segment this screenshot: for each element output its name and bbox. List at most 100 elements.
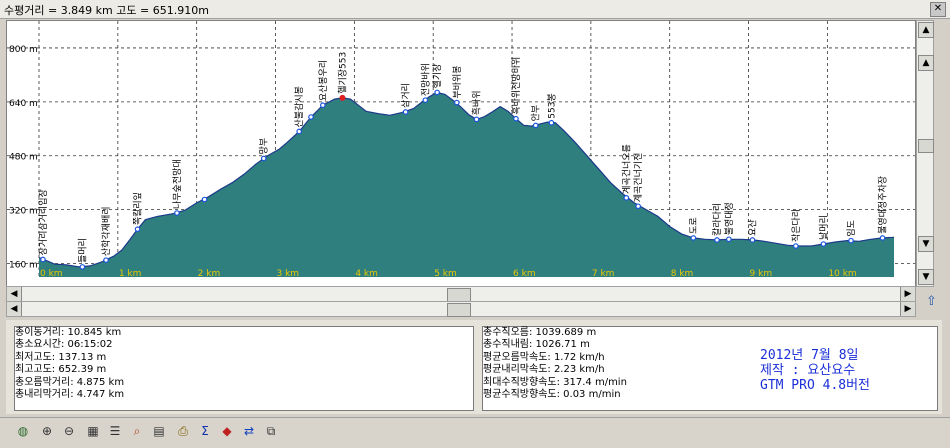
x-tick-label: 10 km [828,269,856,279]
waypoint-marker [820,241,827,247]
stat-downhill-distance: 총내리막거리: 4.747 km [15,389,125,401]
waypoint-marker [714,237,720,243]
scroll-left-icon[interactable]: ◀ [7,287,22,301]
waypoint-marker [690,235,697,241]
credits-date: 2012년 7월 8일 [760,348,859,363]
export-icon[interactable]: ⧉ [262,422,280,440]
x-tick-label: 1 km [119,269,142,279]
stats-left-box: 총이동거리: 10.845 km 총소요시간: 06:15:02 최저고도: 1… [14,326,474,411]
waypoint-label: 망부 [259,138,270,155]
waypoint-label: 장거리삼거리입장 [37,189,49,255]
grid-icon[interactable]: ▦ [84,422,102,440]
horizontal-scroll-thumb-2[interactable] [447,303,471,317]
window-title: 수평거리 = 3.849 km 고도 = 651.910m [4,4,209,17]
list-icon[interactable]: ☰ [106,422,124,440]
waypoint-marker [40,256,46,263]
waypoint-label: 계곡건너오름 [620,144,632,194]
toolbar: ◍ ⊕ ⊖ ▦ ☰ ⌕ ▤ ⎙ Σ ◆ ⇄ ⧉ [0,417,950,448]
waypoint-label: 삼거리 [401,83,412,108]
waypoint-label: 칼라다리 [712,203,723,236]
cursor-marker [339,94,346,101]
waypoint-label: 안부 [531,105,542,122]
document-icon[interactable]: ▤ [150,422,168,440]
horizontal-scroll-thumb-1[interactable] [447,288,471,302]
waypoint-label: 흑바위 [471,91,483,116]
waypoint-marker [623,195,630,201]
waypoint-label: 헬기장 [432,64,443,89]
search-icon[interactable]: ⌕ [128,422,146,440]
x-tick-label: 7 km [592,269,615,279]
expand-icon[interactable]: ⇧ [926,294,937,309]
waypoint-marker [473,116,480,123]
waypoint-label: 요산 [747,219,758,236]
scroll-down-icon[interactable]: ▼ [918,269,934,285]
waypoint-marker [422,97,429,103]
waypoint-label: 전망바위 [420,63,431,96]
zoom-out-icon[interactable]: ⊖ [60,422,78,440]
waypoint-label: 불영대정 [724,202,735,235]
y-tick-label: 160 m [9,261,38,271]
credits: 2012년 7월 8일 제작 : 요산요수 GTM PRO 4.8버전 [760,348,870,393]
zoom-in-icon[interactable]: ⊕ [38,422,56,440]
waypoint-label: 계곡건너기전 [632,153,644,203]
scroll-up-icon[interactable]: ▲ [918,22,934,38]
waypoint-marker [879,235,886,241]
waypoint-marker [749,237,756,243]
stat-max-altitude: 최고고도: 652.39 m [15,364,107,376]
y-tick-label: 640 m [9,99,38,109]
waypoint-marker [635,203,641,210]
waypoint-label: 임도 [845,220,857,237]
horizontal-scrollbar-2[interactable]: ◀ ▶ [6,301,916,317]
print-icon[interactable]: ⎙ [174,422,192,440]
waypoint-label: 불영대정주차장 [877,176,889,234]
elevation-area [39,92,894,278]
elevation-chart[interactable]: 160 m 320 m 480 m 640 m 800 m 0 km 1 km 2 km 3 k… [6,20,916,287]
waypoint-marker [726,236,732,243]
x-tick-label: 4 km [355,269,378,279]
waypoint-label: 흑바위전망바위 [510,57,522,115]
swap-icon[interactable]: ⇄ [240,422,258,440]
waypoint-label: 나무숲전망대 [172,159,183,209]
globe-icon[interactable]: ◍ [14,422,32,440]
waypoint-label: 헬기장553 [338,52,349,94]
x-tick-label: 6 km [513,269,536,279]
y-tick-label: 800 m [9,45,38,55]
x-tick-label: 2 km [198,269,221,279]
waypoint-label: 산불감시봉 [293,86,305,127]
waypoint-marker [201,196,208,203]
scroll-down-icon-2[interactable]: ▼ [918,236,934,252]
waypoint-marker [296,128,302,135]
waypoint-label: 작은다리 [791,209,802,242]
scroll-right-icon[interactable]: ▶ [900,287,915,301]
vertical-scroll-thumb[interactable] [918,139,934,153]
elevation-chart-svg: 160 m 320 m 480 m 640 m 800 m 0 km 1 km 2 km 3 k… [7,21,915,279]
x-tick-label: 0 km [40,269,63,279]
book-icon[interactable]: ◆ [218,422,236,440]
close-icon[interactable]: ✕ [930,2,946,17]
waypoint-marker [103,257,109,263]
x-tick-label: 3 km [277,269,300,279]
scroll-left-icon-2[interactable]: ◀ [7,302,22,316]
waypoint-label: 부바위봉 [452,65,463,98]
waypoint-label: 산학각재배리 [100,206,112,256]
y-tick-label: 480 m [9,153,38,163]
scroll-right-icon-2[interactable]: ▶ [900,302,915,316]
stat-min-altitude: 최저고도: 137.13 m [15,351,107,363]
waypoint-marker [548,119,555,126]
waypoint-marker [454,99,460,106]
waypoint-label: 553봉 [546,93,557,118]
waypoint-marker [174,210,180,216]
credits-author: 제작 : 요산요수 [760,363,856,378]
sigma-icon[interactable]: Σ [196,422,214,440]
waypoint-marker [402,109,409,115]
waypoint-label: 쪽칼리잎 [132,192,144,225]
waypoint-label: 도로 [689,217,699,234]
vertical-scrollbar[interactable]: ▲ ▲ ▼ ▼ [916,20,934,287]
x-tick-label: 5 km [434,269,457,279]
waypoint-marker [320,102,326,109]
horizontal-scrollbar-1[interactable]: ◀ ▶ [6,286,916,302]
waypoint-marker [513,115,519,122]
x-tick-label: 9 km [750,269,773,279]
stat-total-time: 총소요시간: 06:15:02 [15,339,113,351]
scroll-up-icon-2[interactable]: ▲ [918,55,934,71]
